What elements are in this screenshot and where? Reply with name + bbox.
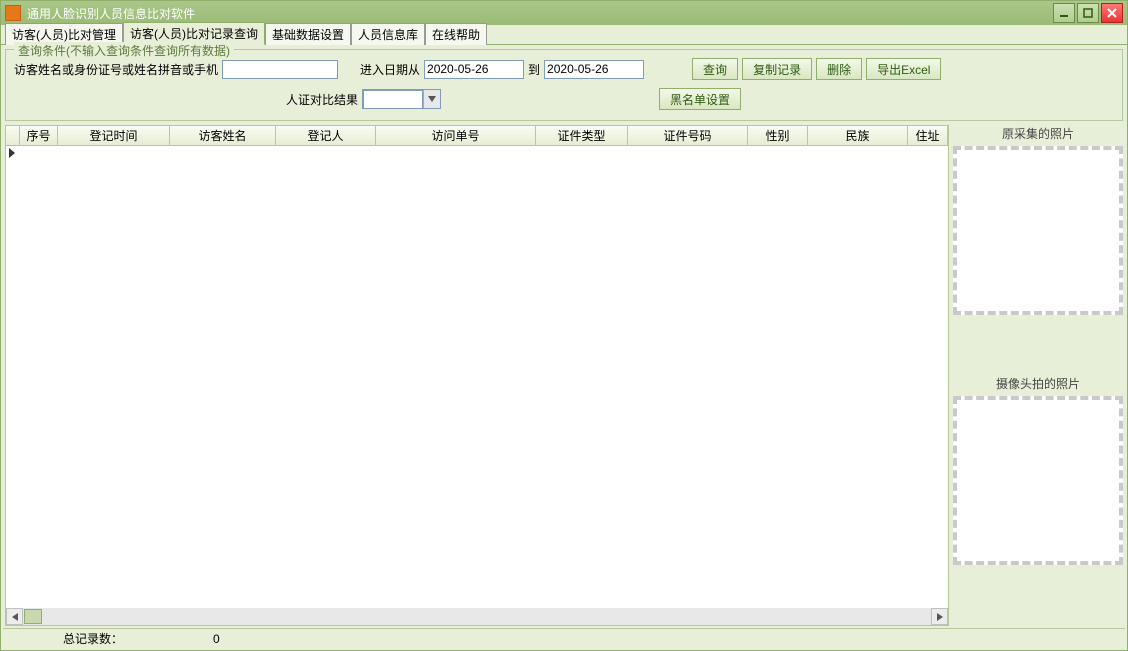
col-gender[interactable]: 性别 [748, 126, 808, 145]
tab-basic-data[interactable]: 基础数据设置 [265, 23, 351, 45]
chevron-right-icon [937, 613, 943, 621]
date-to-label: 到 [528, 61, 540, 78]
col-visit-no[interactable]: 访问单号 [376, 126, 536, 145]
grid-body[interactable] [6, 146, 948, 608]
original-photo-box: 原采集的照片 [953, 125, 1123, 315]
tab-person-db[interactable]: 人员信息库 [351, 23, 425, 45]
total-value: 0 [213, 632, 220, 646]
close-icon [1107, 8, 1117, 18]
col-ethnic[interactable]: 民族 [808, 126, 908, 145]
scroll-right-button[interactable] [931, 608, 948, 625]
col-id-no[interactable]: 证件号码 [628, 126, 748, 145]
horizontal-scrollbar[interactable] [6, 608, 948, 625]
date-from-input[interactable] [424, 60, 524, 79]
app-window: 通用人脸识别人员信息比对软件 访客(人员)比对管理 访客(人员)比对记录查询 基… [0, 0, 1128, 651]
app-icon [5, 5, 21, 21]
data-grid: 序号 登记时间 访客姓名 登记人 访问单号 证件类型 证件号码 性别 民族 住址 [5, 125, 949, 626]
col-indicator[interactable] [6, 126, 20, 145]
row-pointer-icon [7, 146, 17, 160]
chevron-down-icon[interactable] [423, 90, 440, 108]
date-to-input[interactable] [544, 60, 644, 79]
scroll-left-button[interactable] [6, 608, 23, 625]
camera-photo-box: 摄像头拍的照片 [953, 375, 1123, 565]
original-photo-title: 原采集的照片 [953, 125, 1123, 142]
export-button[interactable]: 导出Excel [866, 58, 941, 80]
col-address[interactable]: 住址 [908, 126, 948, 145]
search-fieldset: 查询条件(不输入查询条件查询所有数据) 访客姓名或身份证号或姓名拼音或手机 进入… [5, 49, 1123, 121]
col-id-type[interactable]: 证件类型 [536, 126, 628, 145]
tab-help[interactable]: 在线帮助 [425, 23, 487, 45]
minimize-button[interactable] [1053, 3, 1075, 23]
col-registrar[interactable]: 登记人 [276, 126, 376, 145]
col-reg-time[interactable]: 登记时间 [58, 126, 170, 145]
minimize-icon [1059, 8, 1069, 18]
chevron-left-icon [12, 613, 18, 621]
scroll-track[interactable] [23, 608, 931, 625]
result-label: 人证对比结果 [286, 91, 358, 108]
col-visitor-name[interactable]: 访客姓名 [170, 126, 276, 145]
window-title: 通用人脸识别人员信息比对软件 [27, 5, 195, 22]
original-photo-frame [953, 146, 1123, 315]
scroll-thumb[interactable] [24, 609, 42, 624]
maximize-icon [1083, 8, 1093, 18]
name-label: 访客姓名或身份证号或姓名拼音或手机 [14, 61, 218, 78]
maximize-button[interactable] [1077, 3, 1099, 23]
photo-sidebar: 原采集的照片 摄像头拍的照片 [953, 125, 1123, 626]
delete-button[interactable]: 删除 [816, 58, 862, 80]
camera-photo-frame [953, 396, 1123, 565]
name-input[interactable] [222, 60, 338, 79]
camera-photo-title: 摄像头拍的照片 [953, 375, 1123, 392]
date-from-label: 进入日期从 [360, 61, 420, 78]
statusbar: 总记录数： 0 [3, 628, 1125, 648]
search-legend: 查询条件(不输入查询条件查询所有数据) [14, 42, 234, 59]
result-combo-input[interactable] [363, 90, 423, 109]
copy-button[interactable]: 复制记录 [742, 58, 812, 80]
grid-header: 序号 登记时间 访客姓名 登记人 访问单号 证件类型 证件号码 性别 民族 住址 [6, 126, 948, 146]
query-button[interactable]: 查询 [692, 58, 738, 80]
blacklist-button[interactable]: 黑名单设置 [659, 88, 741, 110]
col-seq[interactable]: 序号 [20, 126, 58, 145]
total-label: 总记录数： [63, 630, 123, 647]
close-button[interactable] [1101, 3, 1123, 23]
result-combo[interactable] [362, 89, 441, 109]
